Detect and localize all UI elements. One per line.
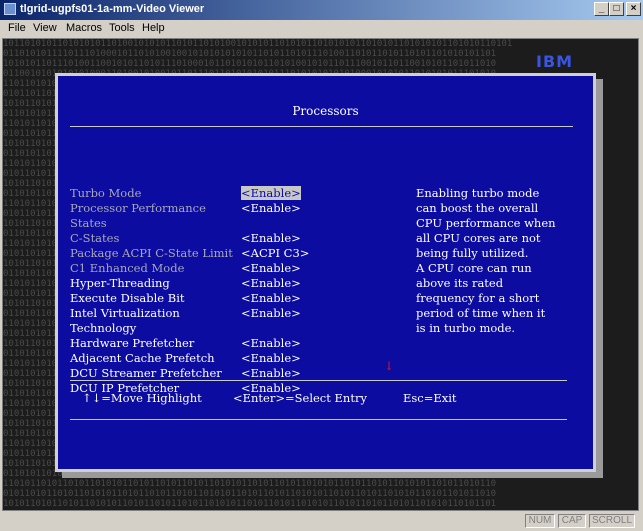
setting-label: Execute Disable Bit <box>70 291 185 305</box>
divider-footer-top <box>70 380 567 381</box>
footer-exit-hint: Esc=Exit <box>403 391 457 405</box>
setting-value[interactable]: <Enable> <box>241 231 301 245</box>
menu-macros[interactable]: Macros <box>66 22 102 34</box>
menu-bar: File View Macros Tools Help <box>0 20 643 37</box>
setting-value[interactable]: <Enable> <box>241 306 301 320</box>
help-line: is in turbo mode. <box>416 321 516 335</box>
setting-label: Technology <box>70 321 137 335</box>
divider-top <box>70 126 573 127</box>
setting-value[interactable]: <ACPI C3> <box>241 246 309 260</box>
page-title: Processors <box>292 104 359 118</box>
bios-setup-panel: Processors Turbo Mode <Enable> Processor P… <box>55 73 596 472</box>
scroll-lock-indicator: SCROLL <box>589 514 635 528</box>
help-line: frequency for a short <box>416 291 540 305</box>
app-icon <box>4 3 16 15</box>
help-line: all CPU cores are not <box>416 231 541 245</box>
num-lock-indicator: NUM <box>525 514 555 528</box>
setting-label: Hardware Prefetcher <box>70 336 195 350</box>
footer-select-hint: <Enter>=Select Entry <box>233 391 367 405</box>
help-line: can boost the overall <box>416 201 539 215</box>
menu-view[interactable]: View <box>33 22 57 34</box>
setting-value[interactable]: <Enable> <box>241 291 301 305</box>
setting-value[interactable]: <Enable> <box>241 186 301 200</box>
help-line: CPU performance when <box>416 216 556 230</box>
help-line: Enabling turbo mode <box>416 186 540 200</box>
setting-value[interactable]: <Enable> <box>241 366 301 380</box>
setting-label: Adjacent Cache Prefetch <box>70 351 215 365</box>
divider-footer-bottom <box>70 419 567 420</box>
binary-background-line: 1101011010110101101010110101101011010110… <box>3 479 497 489</box>
setting-label: Turbo Mode <box>70 186 142 200</box>
binary-background-line: 1010110101101011010101101011010110101101… <box>3 499 497 509</box>
setting-value[interactable]: <Enable> <box>241 201 301 215</box>
video-viewer[interactable]: 1011010101101010101101001010101101011010… <box>2 38 639 511</box>
window-title: tlgrid-ugpfs01-1a-mm-Video Viewer <box>20 3 205 15</box>
status-bar: NUM CAP SCROLL <box>0 512 643 531</box>
minimize-button[interactable]: _ <box>594 2 609 16</box>
setting-label: States <box>70 216 107 230</box>
help-text: Enabling turbo mode can boost the overal… <box>416 186 566 336</box>
help-line: above its rated <box>416 276 504 290</box>
binary-background-line: 0101101011010110101011010110101101011010… <box>3 489 497 499</box>
setting-label: Intel Virtualization <box>70 306 180 320</box>
setting-value[interactable]: <Enable> <box>241 351 301 365</box>
menu-file[interactable]: File <box>8 22 26 34</box>
setting-value[interactable]: <Enable> <box>241 276 301 290</box>
ibm-logo: IBM <box>536 52 574 71</box>
setting-label: DCU Streamer Prefetcher <box>70 366 222 380</box>
help-line: period of time when it <box>416 306 546 320</box>
setting-value[interactable]: <Enable> <box>241 336 301 350</box>
setting-label: C1 Enhanced Mode <box>70 261 185 275</box>
setting-label: Processor Performance <box>70 201 206 215</box>
menu-help[interactable]: Help <box>142 22 165 34</box>
setting-label: C-States <box>70 231 120 245</box>
setting-label: Hyper-Threading <box>70 276 170 290</box>
caps-lock-indicator: CAP <box>558 514 586 528</box>
setting-value[interactable]: <Enable> <box>241 261 301 275</box>
footer-move-hint: ↑↓=Move Highlight <box>82 391 202 405</box>
maximize-button[interactable]: □ <box>609 2 624 16</box>
window-title-bar[interactable]: tlgrid-ugpfs01-1a-mm-Video Viewer _ □ × <box>0 0 643 20</box>
scroll-down-indicator-icon: ↓ <box>384 359 395 373</box>
binary-background-line: 1011010101101010101101001010101101011010… <box>3 39 513 49</box>
help-line: being fully utilized. <box>416 246 529 260</box>
help-line: A CPU core can run <box>416 261 532 275</box>
close-button[interactable]: × <box>626 2 641 16</box>
menu-tools[interactable]: Tools <box>109 22 135 34</box>
setting-label: Package ACPI C-State Limit <box>70 246 233 260</box>
